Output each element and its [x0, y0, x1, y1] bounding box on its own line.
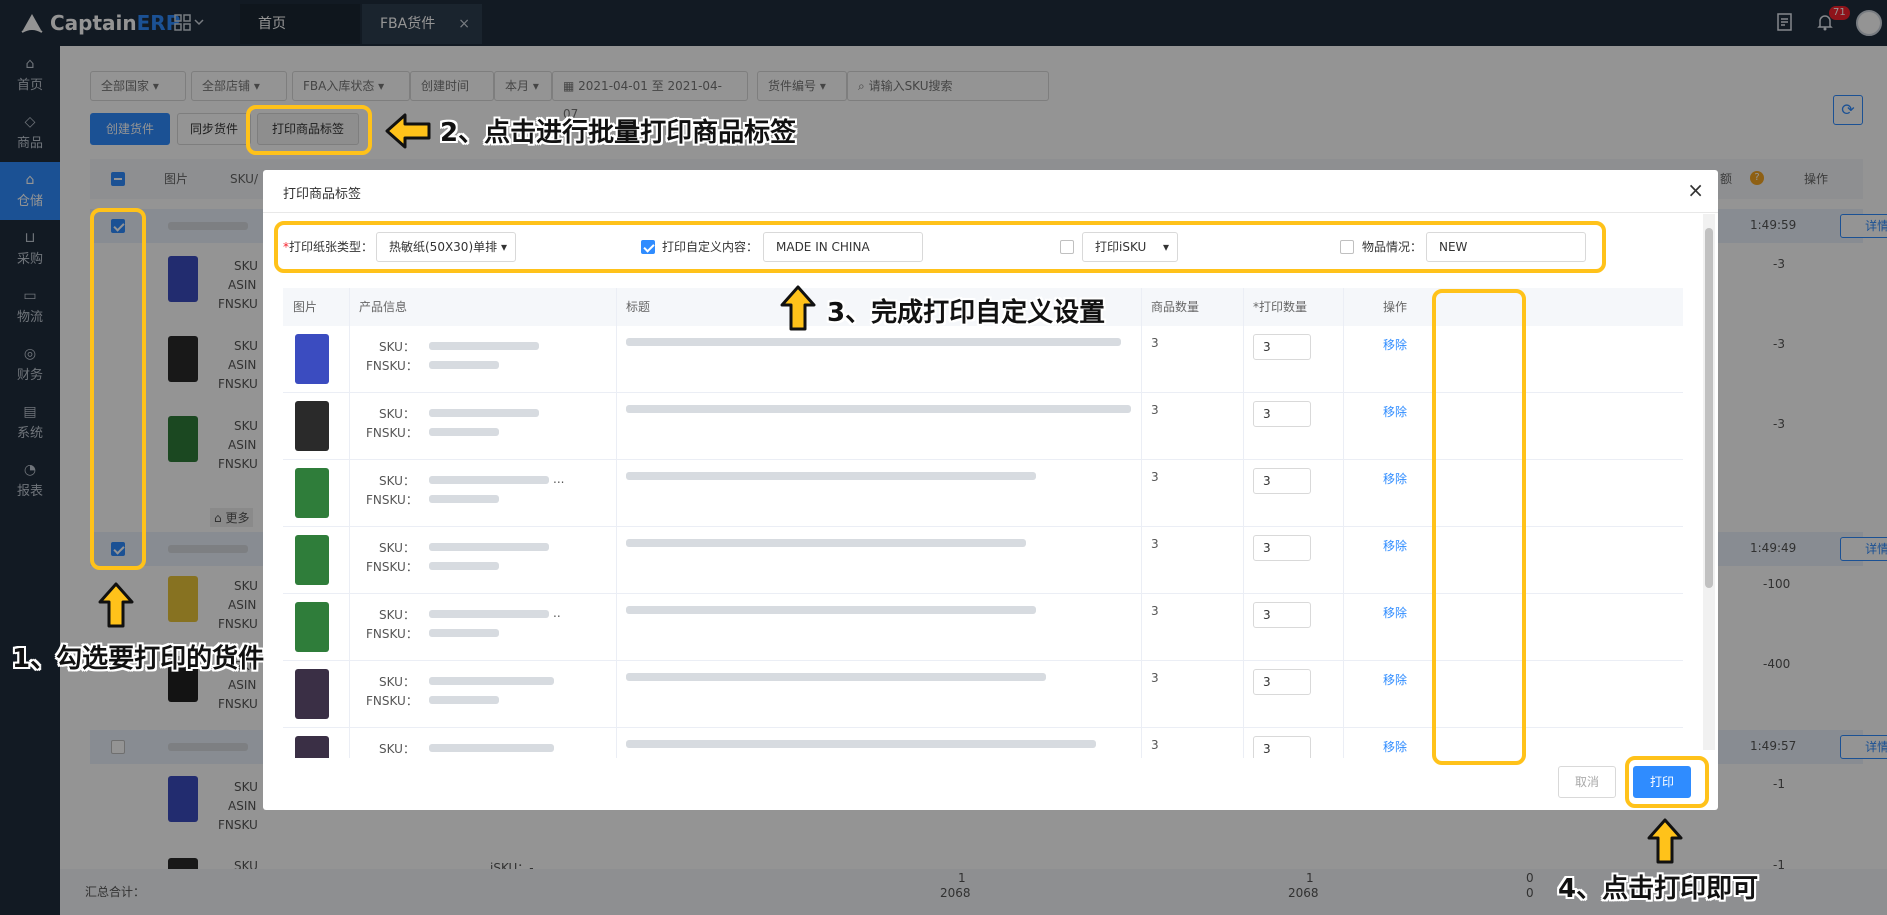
print-qty-input[interactable]: 3 — [1253, 535, 1311, 561]
annotation-step4: 4、点击打印即可 — [1558, 874, 1759, 904]
product-thumbnail — [295, 468, 329, 518]
remove-link[interactable]: 移除 — [1383, 537, 1407, 554]
print-qty-input[interactable]: 3 — [1253, 401, 1311, 427]
highlight-print-button — [246, 105, 372, 155]
highlight-print-action — [1625, 756, 1709, 808]
remove-link[interactable]: 移除 — [1383, 671, 1407, 688]
annotation-step1: 1、勾选要打印的货件 — [12, 644, 265, 674]
product-thumbnail — [295, 736, 329, 758]
print-qty-input[interactable]: 3 — [1253, 468, 1311, 494]
remove-link[interactable]: 移除 — [1383, 470, 1407, 487]
product-thumbnail — [295, 334, 329, 384]
dialog-title: 打印商品标签 — [283, 187, 362, 202]
remove-link[interactable]: 移除 — [1383, 336, 1407, 353]
print-qty-input[interactable]: 3 — [1253, 602, 1311, 628]
print-qty-input[interactable]: 3 — [1253, 334, 1311, 360]
arrow-left-icon — [385, 113, 431, 149]
remove-link[interactable]: 移除 — [1383, 604, 1407, 621]
remove-link[interactable]: 移除 — [1383, 403, 1407, 420]
highlight-checkboxes — [90, 208, 146, 570]
highlight-print-settings — [274, 221, 1606, 273]
annotation-step3: 3、完成打印自定义设置 — [827, 298, 1106, 328]
product-thumbnail — [295, 602, 329, 652]
arrow-up-icon — [780, 285, 816, 331]
app-root: CaptainERP 首页 FBA货件 × 71 ⌂ 首页 ◇ 商品 ⌂ 仓储 ⊔ 采购 … — [0, 0, 1887, 915]
highlight-print-qty — [1432, 289, 1526, 765]
arrow-up-icon — [98, 582, 134, 628]
product-thumbnail — [295, 535, 329, 585]
print-qty-input[interactable]: 3 — [1253, 669, 1311, 695]
print-qty-input[interactable]: 3 — [1253, 736, 1311, 758]
annotation-step2: 2、点击进行批量打印商品标签 — [440, 118, 797, 148]
remove-link[interactable]: 移除 — [1383, 738, 1407, 755]
cancel-button[interactable]: 取消 — [1558, 766, 1616, 798]
arrow-up-icon — [1647, 818, 1683, 864]
dialog-scrollbar[interactable] — [1703, 214, 1715, 750]
product-thumbnail — [295, 669, 329, 719]
close-icon[interactable]: × — [1687, 178, 1704, 202]
product-thumbnail — [295, 401, 329, 451]
